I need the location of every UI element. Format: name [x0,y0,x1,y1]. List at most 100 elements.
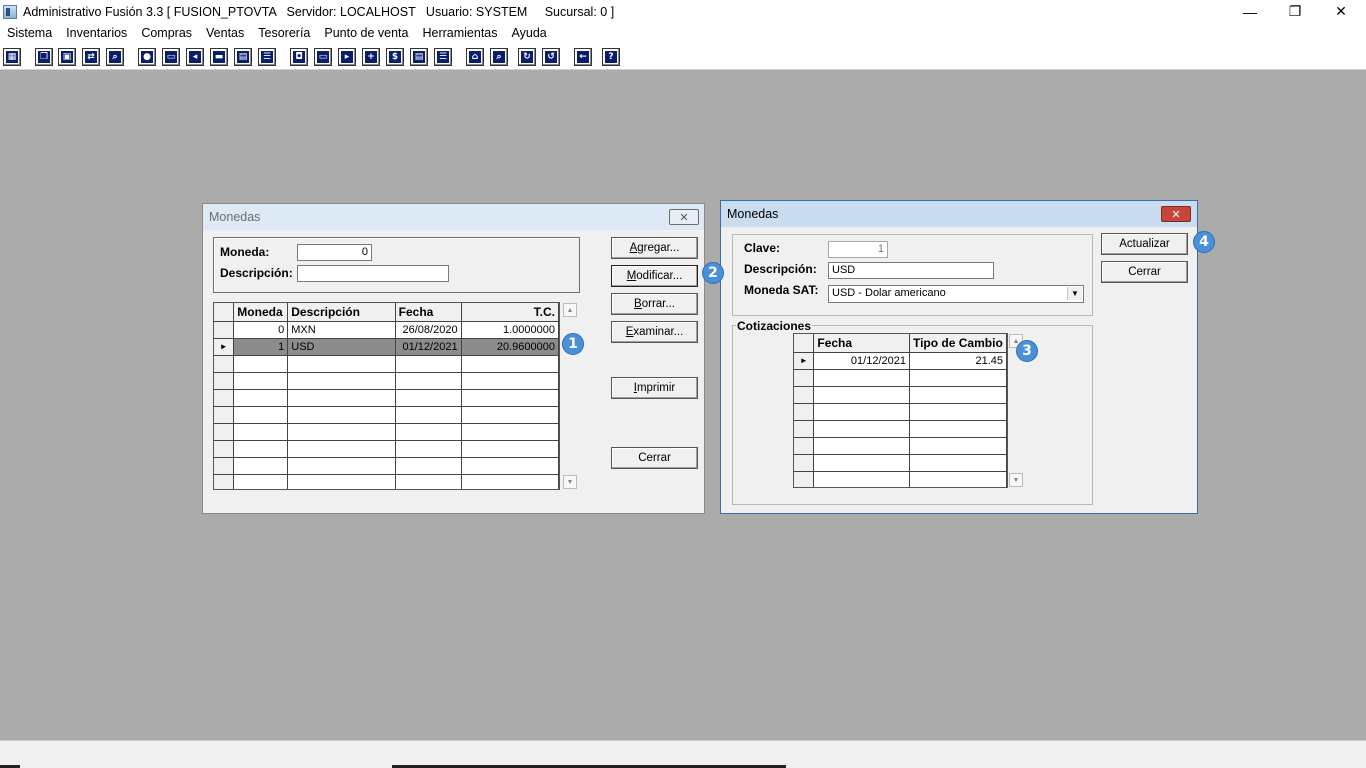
menu-punto-de-venta[interactable]: Punto de venta [317,23,415,43]
empty-row[interactable] [214,355,559,373]
copy-icon[interactable]: ❐ [35,48,53,66]
col-descripcion[interactable]: Descripción [287,303,396,322]
col-moneda[interactable]: Moneda [233,303,289,322]
window-icon[interactable]: ▭ [314,48,332,66]
app-icon [3,4,17,19]
grid-header: Fecha Tipo de Cambio [794,334,1007,353]
binoculars-icon[interactable]: ◘ [290,48,308,66]
row-pointer-icon: ► [794,352,815,370]
menu-ventas[interactable]: Ventas [199,23,251,43]
examinar-button[interactable]: Examinar... [611,321,698,343]
empty-row[interactable] [794,437,1007,455]
empty-row[interactable] [214,440,559,458]
print-icon[interactable]: ▬ [210,48,228,66]
search-doc-icon[interactable]: ⌕ [106,48,124,66]
descripcion-label: Descripción: [220,266,293,280]
imprimir-button[interactable]: Imprimir [611,377,698,399]
empty-row[interactable] [794,369,1007,387]
folder-icon[interactable]: ▭ [162,48,180,66]
empty-row[interactable] [214,372,559,390]
status-bar [0,740,1366,768]
scroll-up-icon[interactable]: ▲ [563,303,577,317]
table-row-selected[interactable]: ► 01/12/2021 21.45 [794,352,1007,370]
list-icon[interactable]: ☰ [258,48,276,66]
empty-row[interactable] [794,471,1007,487]
descripcion-filter-input[interactable] [297,265,449,282]
document-icon[interactable]: ▤ [234,48,252,66]
scroll-down-icon[interactable]: ▼ [1009,473,1023,487]
add-icon[interactable]: + [362,48,380,66]
empty-row[interactable] [794,420,1007,438]
col-tipo-cambio[interactable]: Tipo de Cambio [909,334,1007,353]
menu-inventarios[interactable]: Inventarios [59,23,134,43]
export-icon[interactable]: ▸ [338,48,356,66]
table-row[interactable]: 0 MXN 26/08/2020 1.0000000 [214,321,559,339]
col-fecha[interactable]: Fecha [395,303,462,322]
close-window-button[interactable]: ✕ [1318,0,1364,23]
cerrar-button[interactable]: Cerrar [611,447,698,469]
chevron-down-icon[interactable]: ▼ [1067,287,1082,300]
borrar-button[interactable]: Borrar... [611,293,698,315]
close-icon: ✕ [1171,208,1181,221]
col-tc[interactable]: T.C. [461,303,559,322]
refresh-icon[interactable]: ↻ [518,48,536,66]
import-icon[interactable]: ◂ [186,48,204,66]
empty-row[interactable] [794,403,1007,421]
close-icon: ✕ [1335,3,1347,19]
cerrar-button[interactable]: Cerrar [1101,261,1188,283]
moneda-sat-select[interactable]: USD - Dolar americano ▼ [828,285,1084,303]
empty-row[interactable] [214,457,559,475]
scroll-down-icon[interactable]: ▼ [563,475,577,489]
col-fecha[interactable]: Fecha [813,334,910,353]
clave-label: Clave: [744,241,781,255]
user-icon[interactable]: ● [138,48,156,66]
descripcion-input[interactable]: USD [828,262,994,279]
menu-herramientas[interactable]: Herramientas [415,23,504,43]
swap-icon[interactable]: ⇄ [82,48,100,66]
empty-row[interactable] [214,406,559,424]
agregar-button[interactable]: Agregar... [611,237,698,259]
clipboard-icon[interactable]: ▣ [58,48,76,66]
row-pointer-icon: ► [214,338,235,356]
table-row-selected[interactable]: ► 1 USD 01/12/2021 20.9600000 [214,338,559,356]
list2-icon[interactable]: ☰ [434,48,452,66]
home-icon[interactable]: ⌂ [466,48,484,66]
minimize-button[interactable]: — [1227,0,1273,23]
moneda-detail-title: Monedas [727,207,779,221]
monedas-list-title: Monedas [209,210,261,224]
monedas-grid[interactable]: Moneda Descripción Fecha T.C. 0 MXN 26/0… [213,302,560,490]
title-bar: Administrativo Fusión 3.3 [ FUSION_PTOVT… [0,0,1366,23]
moneda-label: Moneda: [220,245,270,259]
menu-ayuda[interactable]: Ayuda [505,23,554,43]
help-icon[interactable]: ? [602,48,620,66]
moneda-filter-input[interactable]: 0 [297,244,372,261]
back-icon[interactable]: ← [574,48,592,66]
empty-row[interactable] [794,454,1007,472]
cotizaciones-grid[interactable]: Fecha Tipo de Cambio ► 01/12/2021 21.45 [793,333,1008,488]
restore-button[interactable]: ❐ [1272,0,1318,23]
cotizaciones-label: Cotizaciones [736,319,813,333]
undo-icon[interactable]: ↺ [542,48,560,66]
moneda-detail-window: Monedas ✕ Clave: 1 Descripción: USD Mone… [720,200,1198,514]
zoom-icon[interactable]: ⌕ [490,48,508,66]
close-icon: ✕ [679,211,689,224]
menu-compras[interactable]: Compras [134,23,199,43]
dollar-icon[interactable]: $ [386,48,404,66]
monedas-list-titlebar: Monedas ✕ [203,204,704,230]
empty-row[interactable] [214,474,559,489]
grid-header: Moneda Descripción Fecha T.C. [214,303,559,322]
calculator-icon[interactable]: ▦ [3,48,21,66]
menu-sistema[interactable]: Sistema [0,23,59,43]
actualizar-button[interactable]: Actualizar [1101,233,1188,255]
callout-badge-4: 4 [1193,231,1215,253]
modificar-button[interactable]: Modificar... [611,265,698,287]
monedas-list-close-button[interactable]: ✕ [669,209,699,225]
empty-row[interactable] [214,423,559,441]
callout-badge-3: 3 [1016,340,1038,362]
empty-row[interactable] [214,389,559,407]
moneda-detail-close-button[interactable]: ✕ [1161,206,1191,222]
empty-row[interactable] [794,386,1007,404]
grid-scrollbar[interactable]: ▲ ▼ [562,302,578,490]
menu-tesoreria[interactable]: Tesorería [251,23,317,43]
report-icon[interactable]: ▤ [410,48,428,66]
